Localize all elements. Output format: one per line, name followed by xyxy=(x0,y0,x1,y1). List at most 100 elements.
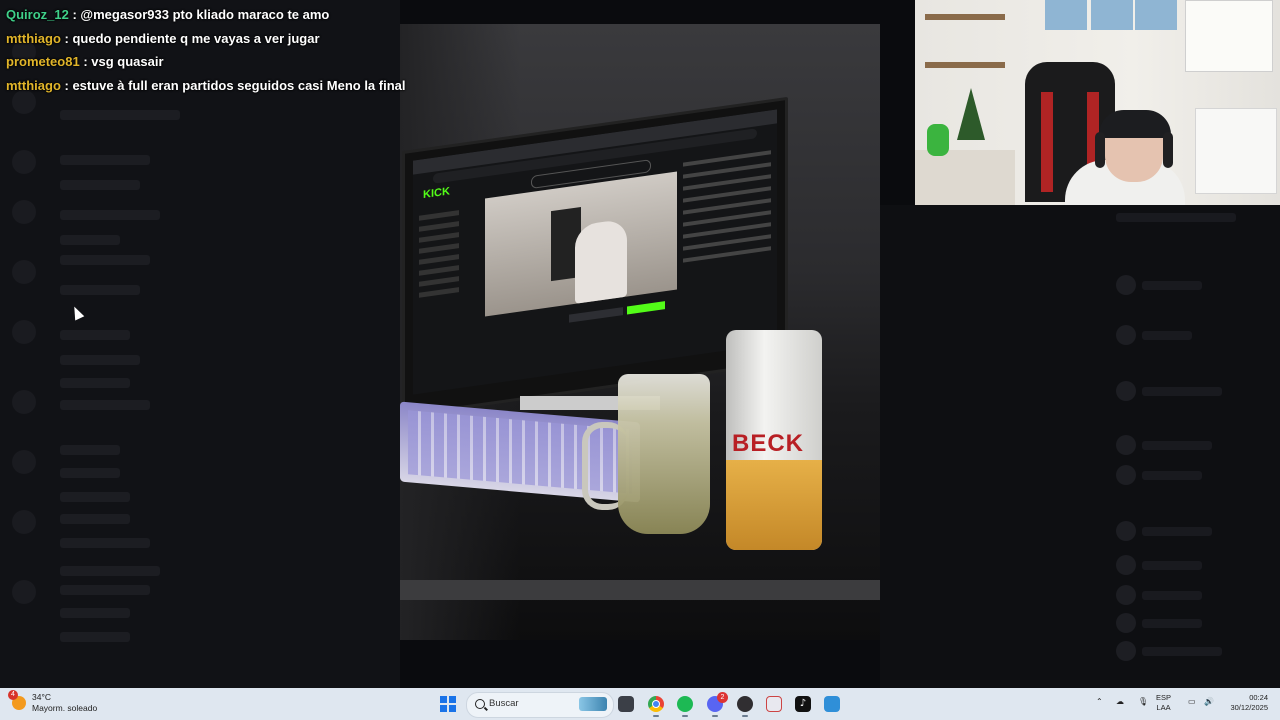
beer-can: BECK xyxy=(726,330,822,550)
poster xyxy=(1091,0,1133,30)
chrome-icon[interactable] xyxy=(648,696,664,717)
search-icon xyxy=(475,699,485,709)
speaker-icon[interactable]: 🔊 xyxy=(1204,697,1214,706)
weather-widget[interactable]: 4 34°C Mayorm. soleado xyxy=(8,690,97,714)
channel-row xyxy=(60,400,150,410)
webcam-overlay xyxy=(915,0,1280,205)
discord-icon[interactable]: 2 xyxy=(707,692,728,717)
channel-row xyxy=(60,538,150,548)
member-avatar xyxy=(1116,465,1136,485)
active-indicator xyxy=(653,715,659,717)
headset xyxy=(1163,132,1173,168)
monitor-icon[interactable]: ▭ xyxy=(1188,697,1196,706)
discord-badge: 2 xyxy=(717,692,728,703)
chat-text: : vsg quasair xyxy=(83,54,164,69)
monitor-screen: KICK xyxy=(413,109,777,395)
christmas-tree xyxy=(957,88,985,140)
tiktok-icon[interactable]: ♪ xyxy=(795,696,811,712)
taskbar-search[interactable]: Buscar xyxy=(466,692,614,718)
member-row xyxy=(1142,281,1202,290)
microphone-icon[interactable]: 🎙 xyxy=(1138,697,1148,706)
chat-username: mtthiago xyxy=(6,77,61,93)
channel-row xyxy=(60,155,150,165)
background-app-left xyxy=(0,0,400,688)
member-avatar xyxy=(1116,381,1136,401)
search-placeholder: Buscar xyxy=(489,698,519,709)
channel-row xyxy=(60,210,160,220)
channel-row xyxy=(60,585,150,595)
channel-row xyxy=(60,492,130,502)
follow-button xyxy=(627,301,665,315)
chat-text: : estuve à full eran partidos seguidos c… xyxy=(64,77,406,93)
server-icon xyxy=(12,150,36,174)
cloud-icon[interactable]: ☁ xyxy=(1116,697,1124,706)
system-clock[interactable]: 00:24 30/12/2025 xyxy=(1226,693,1268,713)
language-indicator[interactable]: ESP LAA xyxy=(1156,693,1171,713)
side-table xyxy=(915,150,1015,205)
member-row xyxy=(1142,387,1222,396)
member-avatar xyxy=(1116,521,1136,541)
can-band xyxy=(726,460,822,550)
notepad-icon[interactable] xyxy=(824,696,840,712)
site-chat xyxy=(683,142,771,350)
member-avatar xyxy=(1116,435,1136,455)
server-icon xyxy=(12,450,36,474)
chat-message: prometeo81 : vsg quasair xyxy=(6,51,406,75)
member-row xyxy=(1142,441,1212,450)
clock-time: 00:24 xyxy=(1249,693,1268,702)
beer-mug xyxy=(618,374,710,534)
start-button[interactable] xyxy=(440,696,456,712)
chat-username: mtthiago xyxy=(6,30,61,46)
server-icon xyxy=(12,200,36,224)
chat-text: : quedo pendiente q me vayas a ver jugar xyxy=(64,30,320,46)
background-app-right xyxy=(880,205,1280,688)
weather-temp: 34°C xyxy=(32,692,51,702)
wall-drawing xyxy=(1185,0,1273,72)
spotify-icon[interactable] xyxy=(677,696,693,717)
member-row xyxy=(1142,647,1222,656)
channel-row xyxy=(60,180,140,190)
member-row xyxy=(1116,213,1236,222)
chat-text: : @megasor933 pto kliado maraco te amo xyxy=(72,7,330,22)
channel-row xyxy=(60,468,120,478)
windows-logo-icon xyxy=(440,696,447,703)
windows-logo-icon xyxy=(449,705,456,712)
stream-video xyxy=(485,171,677,317)
streamer xyxy=(575,218,627,304)
member-row xyxy=(1142,527,1212,536)
chat-username: Quiroz_12 xyxy=(6,7,69,22)
chat-username: prometeo81 xyxy=(6,54,80,69)
clock-date: 30/12/2025 xyxy=(1230,703,1268,712)
creeper-plush xyxy=(927,124,949,156)
member-avatar xyxy=(1116,325,1136,345)
server-icon xyxy=(12,510,36,534)
channel-row xyxy=(60,355,140,365)
shelf xyxy=(925,62,1005,68)
chat-message: mtthiago : quedo pendiente q me vayas a … xyxy=(6,28,406,52)
active-indicator xyxy=(742,715,748,717)
member-row xyxy=(1142,619,1202,628)
member-row xyxy=(1142,561,1202,570)
channel-row xyxy=(60,285,140,295)
chat-overlay: Quiroz_12 : @megasor933 pto kliado marac… xyxy=(6,4,406,98)
desk-edge xyxy=(400,580,880,600)
chevron-up-icon[interactable]: ⌃ xyxy=(1096,697,1103,706)
taskbar: 4 34°C Mayorm. soleado Buscar 2 ♪ ⌃ ☁ 🎙 … xyxy=(0,688,1280,720)
language-code: ESP xyxy=(1156,693,1172,702)
server-icon xyxy=(12,260,36,284)
shelf xyxy=(925,14,1005,20)
obs-icon[interactable] xyxy=(737,696,753,717)
channel-row xyxy=(60,445,120,455)
keyboard-layout: LAA xyxy=(1156,703,1171,712)
member-avatar xyxy=(1116,555,1136,575)
channel-row xyxy=(60,632,130,642)
streamer-cap xyxy=(1099,110,1171,138)
sun-icon: 4 xyxy=(8,690,26,710)
snipping-tool-icon[interactable] xyxy=(766,696,782,712)
channel-row xyxy=(60,566,160,576)
channel-row xyxy=(60,378,130,388)
file-explorer-icon[interactable] xyxy=(618,696,634,712)
headset xyxy=(1095,132,1105,168)
search-highlight-icon xyxy=(579,697,607,711)
chat-message: Quiroz_12 : @megasor933 pto kliado marac… xyxy=(6,4,406,28)
